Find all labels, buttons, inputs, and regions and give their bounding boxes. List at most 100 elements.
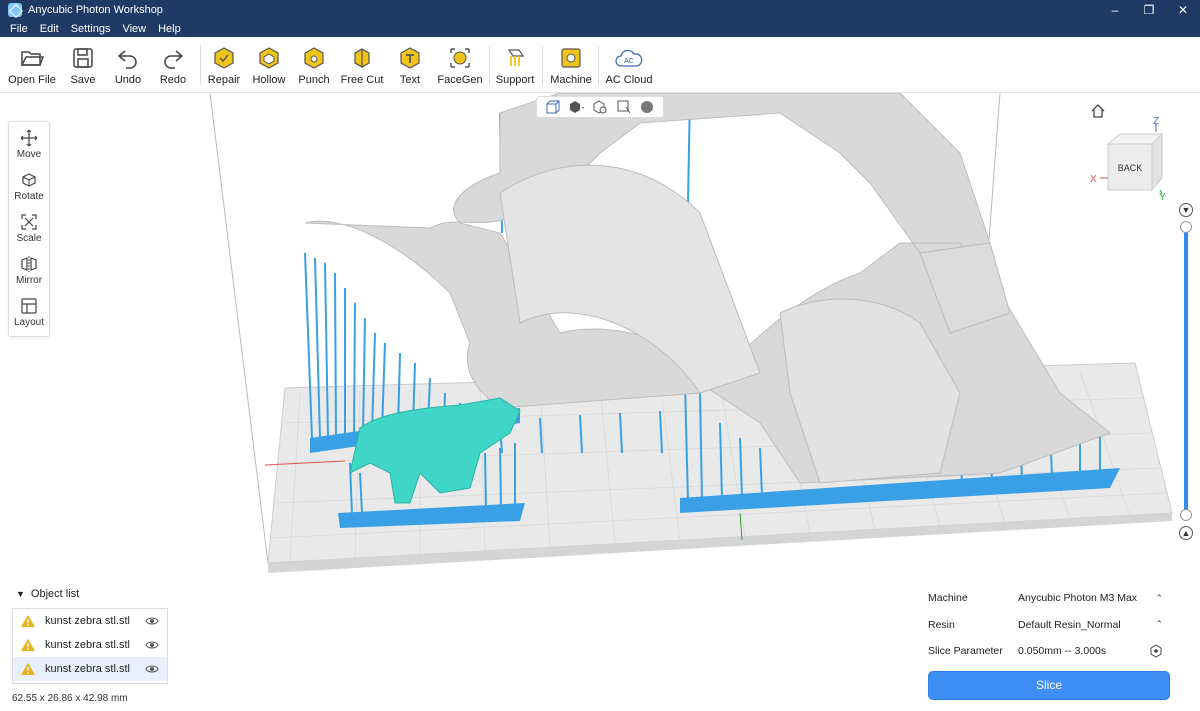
object-list-item-selected[interactable]: kunst zebra stl.stl xyxy=(13,657,167,681)
object-list: kunst zebra stl.stl kunst zebra stl.stl … xyxy=(12,608,168,684)
warning-icon xyxy=(21,639,35,651)
layer-slider-top-handle[interactable] xyxy=(1180,221,1192,233)
title-bar: Anycubic Photon Workshop – ❐ ✕ xyxy=(0,0,1200,20)
punch-button[interactable]: Punch xyxy=(287,43,341,87)
scene-canvas xyxy=(209,93,1173,573)
app-logo-icon xyxy=(8,3,22,17)
toolbar-separator xyxy=(598,45,599,85)
rotate-icon xyxy=(22,173,36,187)
facegen-icon xyxy=(450,48,470,68)
mirror-icon xyxy=(21,256,37,272)
slice-parameter-row[interactable]: Slice Parameter 0.050mm -- 3.000s xyxy=(928,638,1173,665)
slice-parameter-label: Slice Parameter xyxy=(928,645,1003,658)
repair-icon xyxy=(214,47,234,69)
machine-value: Anycubic Photon M3 Max xyxy=(1018,592,1138,605)
punch-icon xyxy=(304,47,324,69)
menu-view[interactable]: View xyxy=(116,23,152,35)
wireframe-view-icon[interactable] xyxy=(592,99,608,115)
minimize-button[interactable]: – xyxy=(1098,0,1132,20)
layer-slider-track[interactable] xyxy=(1184,226,1188,516)
warning-icon xyxy=(21,615,35,627)
layout-tool[interactable]: Layout xyxy=(9,290,49,332)
sphere-view-icon[interactable] xyxy=(639,99,655,115)
menu-file[interactable]: File xyxy=(4,23,34,35)
resin-value: Default Resin_Normal xyxy=(1018,618,1121,631)
settings-hexagon-icon[interactable] xyxy=(1149,644,1163,658)
object-list-title: Object list xyxy=(30,588,80,600)
slice-parameter-value: 0.050mm -- 3.000s xyxy=(1018,645,1107,658)
layer-down-button[interactable]: ▲ xyxy=(1179,526,1193,540)
layer-up-button[interactable]: ▼ xyxy=(1179,203,1193,217)
save-icon xyxy=(73,48,93,68)
free-cut-button[interactable]: Free Cut xyxy=(335,43,389,87)
resin-label: Resin xyxy=(928,618,955,631)
chevron-up-icon[interactable]: ⌃ xyxy=(1155,619,1163,630)
text-icon xyxy=(400,47,420,69)
print-settings-panel: Machine Anycubic Photon M3 Max ⌃ Resin D… xyxy=(928,585,1173,665)
transform-tool-panel: Move Rotate Scale Mirror Layout xyxy=(8,121,50,337)
move-icon xyxy=(20,129,38,147)
menu-help[interactable]: Help xyxy=(152,23,187,35)
build-volume-edge xyxy=(209,93,269,564)
visibility-eye-icon[interactable] xyxy=(145,664,159,674)
machine-button[interactable]: Machine xyxy=(544,43,598,87)
support-icon xyxy=(507,49,525,66)
menu-settings[interactable]: Settings xyxy=(65,23,117,35)
slice-button[interactable]: Slice xyxy=(928,671,1170,700)
free-cut-icon xyxy=(354,48,370,68)
object-list-item[interactable]: kunst zebra stl.stl xyxy=(13,633,167,657)
view-mode-strip xyxy=(536,96,664,118)
view-cube-side xyxy=(1151,132,1163,192)
ac-cloud-icon: AC xyxy=(615,49,643,67)
undo-icon xyxy=(117,50,137,69)
layer-slider-bottom-handle[interactable] xyxy=(1180,509,1192,521)
visibility-eye-icon[interactable] xyxy=(145,616,159,626)
facegen-button[interactable]: FaceGen xyxy=(433,43,487,87)
open-file-button[interactable]: Open File xyxy=(5,43,59,87)
window-controls: – ❐ ✕ xyxy=(1098,0,1200,20)
view-cube-face-label: BACK xyxy=(1118,163,1143,173)
object-name: kunst zebra stl.stl xyxy=(45,615,130,627)
ac-cloud-badge: AC xyxy=(624,58,634,65)
object-list-header[interactable]: ▼ Object list xyxy=(16,588,79,600)
text-button[interactable]: Text xyxy=(383,43,437,87)
scale-icon xyxy=(21,214,37,230)
object-name: kunst zebra stl.stl xyxy=(45,639,130,651)
view-cube-x-label: X xyxy=(1090,174,1097,185)
3d-viewport[interactable] xyxy=(0,93,1200,583)
hollow-icon xyxy=(259,47,279,69)
warning-icon xyxy=(21,663,35,675)
machine-setting-row[interactable]: Machine Anycubic Photon M3 Max ⌃ xyxy=(928,585,1173,612)
folder-open-icon xyxy=(20,51,44,66)
collapse-chevron-icon: ▼ xyxy=(16,589,25,599)
solid-view-icon[interactable] xyxy=(568,99,585,115)
close-button[interactable]: ✕ xyxy=(1166,0,1200,20)
view-cube-y-label: Y xyxy=(1159,192,1166,200)
view-cube[interactable]: BACK X Y Z xyxy=(1088,116,1172,200)
main-toolbar: Open File Save Undo Redo Repair Hollow P… xyxy=(0,37,1200,93)
toolbar-separator xyxy=(542,45,543,85)
perspective-view-icon[interactable] xyxy=(545,99,561,115)
menu-bar: File Edit Settings View Help xyxy=(0,20,1200,37)
chevron-up-icon[interactable]: ⌃ xyxy=(1155,593,1163,604)
support-button[interactable]: Support xyxy=(488,43,542,87)
redo-button[interactable]: Redo xyxy=(146,43,200,87)
visibility-eye-icon[interactable] xyxy=(145,640,159,650)
model-dimensions: 62.55 x 26.86 x 42.98 mm xyxy=(12,693,128,704)
mirror-tool[interactable]: Mirror xyxy=(9,248,49,290)
object-list-item[interactable]: kunst zebra stl.stl xyxy=(13,609,167,633)
window-title: Anycubic Photon Workshop xyxy=(28,4,163,16)
support-view-icon[interactable] xyxy=(616,99,632,115)
rotate-tool[interactable]: Rotate xyxy=(9,164,49,206)
machine-icon xyxy=(561,48,581,68)
machine-label: Machine xyxy=(928,592,968,605)
scale-tool[interactable]: Scale xyxy=(9,206,49,248)
move-tool[interactable]: Move xyxy=(9,122,49,164)
ac-cloud-button[interactable]: AC AC Cloud xyxy=(602,43,656,87)
resin-setting-row[interactable]: Resin Default Resin_Normal ⌃ xyxy=(928,612,1173,639)
menu-edit[interactable]: Edit xyxy=(34,23,65,35)
layout-icon xyxy=(21,298,37,314)
restore-button[interactable]: ❐ xyxy=(1132,0,1166,20)
view-cube-z-label: Z xyxy=(1153,116,1159,127)
object-name: kunst zebra stl.stl xyxy=(45,663,130,675)
